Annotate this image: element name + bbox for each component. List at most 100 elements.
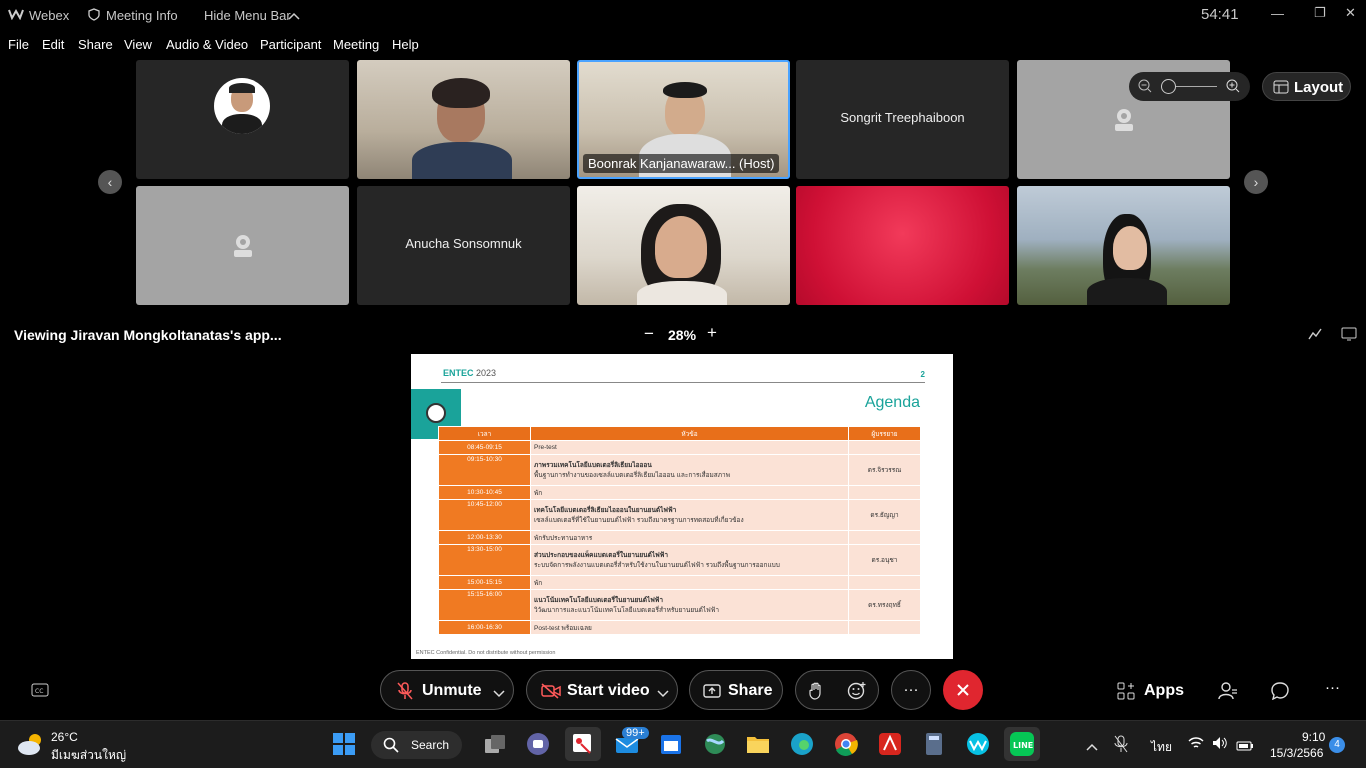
- edge-icon[interactable]: [789, 731, 817, 759]
- meeting-info-button[interactable]: Meeting Info: [106, 8, 178, 23]
- webex-taskbar-icon[interactable]: [965, 731, 993, 759]
- weather-icon[interactable]: [16, 731, 46, 762]
- zoom-in-icon[interactable]: [1226, 79, 1240, 98]
- input-language[interactable]: ไทย: [1151, 738, 1172, 757]
- row-speaker: ดร.ทรงฤทธิ์: [848, 589, 921, 621]
- menu-share[interactable]: Share: [78, 37, 113, 52]
- menu-edit[interactable]: Edit: [42, 37, 64, 52]
- participant-tile[interactable]: Anucha Sonsomnuk: [357, 186, 570, 305]
- close-icon[interactable]: ✕: [1345, 5, 1356, 21]
- file-explorer-icon[interactable]: [745, 731, 773, 759]
- battery-icon[interactable]: [1236, 738, 1254, 756]
- row-subtopic: ระบบจัดการพลังงานแบตเตอรี่สำหรับใช้งานใน…: [534, 562, 780, 569]
- emoji-reaction-icon[interactable]: [847, 681, 867, 706]
- participant-tile[interactable]: [577, 186, 790, 305]
- pop-out-icon[interactable]: [1341, 327, 1357, 346]
- chevron-down-icon[interactable]: [657, 685, 669, 703]
- participant-tile[interactable]: [796, 186, 1009, 305]
- participant-tile[interactable]: [1017, 186, 1230, 305]
- menu-view[interactable]: View: [124, 37, 152, 52]
- weather-temp[interactable]: 26°C: [51, 730, 78, 744]
- teams-chat-icon[interactable]: [525, 731, 553, 759]
- row-time: 15:15-16:00: [438, 589, 531, 621]
- row-topic: แนวโน้มเทคโนโลยีแบตเตอรี่ในยานยนต์ไฟฟ้า: [534, 597, 664, 604]
- chrome-icon[interactable]: [833, 731, 861, 759]
- zoom-out-icon[interactable]: [1138, 79, 1152, 98]
- restore-icon[interactable]: ❐: [1314, 5, 1326, 21]
- zoom-thumb[interactable]: [1161, 79, 1176, 94]
- clock-date[interactable]: 15/3/2566: [1270, 746, 1323, 760]
- participant-name: Boonrak Kanjanawaraw... (Host): [583, 154, 780, 173]
- chevron-down-icon[interactable]: [493, 685, 505, 703]
- raise-hand-icon[interactable]: [809, 682, 823, 705]
- clock-time[interactable]: 9:10: [1302, 730, 1325, 744]
- row-subtopic: วิวัฒนาการและแนวโน้มเทคโนโลยีแบตเตอรี่สำ…: [534, 607, 719, 614]
- leave-meeting-button[interactable]: [943, 670, 983, 710]
- camera-off-icon: [1113, 107, 1135, 133]
- apps-button[interactable]: Apps: [1144, 682, 1184, 700]
- acrobat-icon[interactable]: [877, 731, 905, 759]
- camera-off-icon: [232, 233, 254, 259]
- agenda-row: 08:45-09:15 Pre-test: [438, 440, 921, 455]
- row-topic: Pre-test: [530, 440, 849, 455]
- captions-icon[interactable]: CC: [31, 683, 49, 702]
- menu-audio-video[interactable]: Audio & Video: [166, 37, 248, 52]
- chevron-up-icon[interactable]: [288, 8, 300, 23]
- annotate-icon[interactable]: [1308, 327, 1322, 346]
- menu-help[interactable]: Help: [392, 37, 419, 52]
- wifi-icon[interactable]: [1188, 736, 1204, 755]
- share-label: Share: [728, 682, 773, 699]
- agenda-row: 15:15-16:00 แนวโน้มเทคโนโลยีแบตเตอรี่ในยา…: [438, 589, 921, 621]
- chevron-up-icon[interactable]: [1086, 738, 1098, 756]
- row-time: 09:15-10:30: [438, 454, 531, 486]
- participant-tile[interactable]: [136, 60, 349, 179]
- layout-button[interactable]: Layout: [1262, 72, 1351, 101]
- participant-tile[interactable]: Songrit Treephaiboon: [796, 60, 1009, 179]
- more-menu-icon[interactable]: ···: [1325, 679, 1340, 696]
- menu-participant[interactable]: Participant: [260, 37, 321, 52]
- participant-tile[interactable]: [357, 60, 570, 179]
- shared-slide: ENTEC 2023 2 Agenda เวลา หัวข้อ ผู้บรรยา…: [411, 354, 953, 659]
- menu-file[interactable]: File: [8, 37, 29, 52]
- start-video-button[interactable]: Start video: [526, 670, 678, 710]
- chevron-right-icon[interactable]: ›: [1244, 170, 1268, 194]
- agenda-row: 09:15-10:30 ภาพรวมเทคโนโลยีแบตเตอรี่ลิเธี…: [438, 454, 921, 486]
- calendar-icon[interactable]: [658, 731, 686, 759]
- taskbar-search[interactable]: Search: [371, 731, 462, 759]
- notification-badge[interactable]: 4: [1329, 737, 1345, 753]
- tile-zoom-slider[interactable]: [1129, 72, 1250, 101]
- apps-icon[interactable]: [1117, 682, 1135, 705]
- menu-meeting[interactable]: Meeting: [333, 37, 379, 52]
- row-speaker: ดร.อนุชา: [848, 544, 921, 576]
- layout-icon: [1273, 80, 1289, 98]
- more-options-icon[interactable]: ···: [891, 670, 931, 710]
- chat-icon[interactable]: [1271, 682, 1289, 705]
- hide-menu-bar-button[interactable]: Hide Menu Bar: [204, 8, 291, 23]
- row-speaker: [848, 485, 921, 500]
- row-speaker: [848, 575, 921, 590]
- agenda-row: 10:30-10:45 พัก: [438, 485, 921, 500]
- task-view-icon[interactable]: [482, 731, 510, 759]
- slide-header-line: [441, 382, 925, 383]
- weather-desc[interactable]: มีเมฆส่วนใหญ่: [51, 746, 126, 765]
- zoom-in-button[interactable]: +: [707, 323, 717, 343]
- share-button[interactable]: Share: [689, 670, 783, 710]
- participant-tile[interactable]: Boonrak Kanjanawaraw... (Host): [577, 60, 790, 179]
- reactions-group: [795, 670, 879, 710]
- row-topic: เทคโนโลยีแบตเตอรี่ลิเธียมไอออนในยานยนต์ไ…: [534, 507, 677, 514]
- line-app-icon[interactable]: LINE: [1004, 727, 1040, 761]
- unmute-button[interactable]: Unmute: [380, 670, 514, 710]
- avatar: [214, 78, 270, 134]
- mic-muted-icon[interactable]: [1114, 735, 1128, 758]
- volume-icon[interactable]: [1212, 736, 1228, 755]
- participants-icon[interactable]: [1218, 681, 1238, 706]
- start-icon[interactable]: [331, 731, 359, 759]
- snipping-tool-icon[interactable]: [565, 727, 601, 761]
- chevron-left-icon[interactable]: ‹: [98, 170, 122, 194]
- globe-app-icon[interactable]: [702, 731, 730, 759]
- calculator-icon[interactable]: [921, 731, 949, 759]
- zoom-out-button[interactable]: −: [644, 324, 654, 344]
- participant-tile[interactable]: [136, 186, 349, 305]
- minimize-icon[interactable]: —: [1271, 6, 1284, 21]
- row-time: 10:30-10:45: [438, 485, 531, 500]
